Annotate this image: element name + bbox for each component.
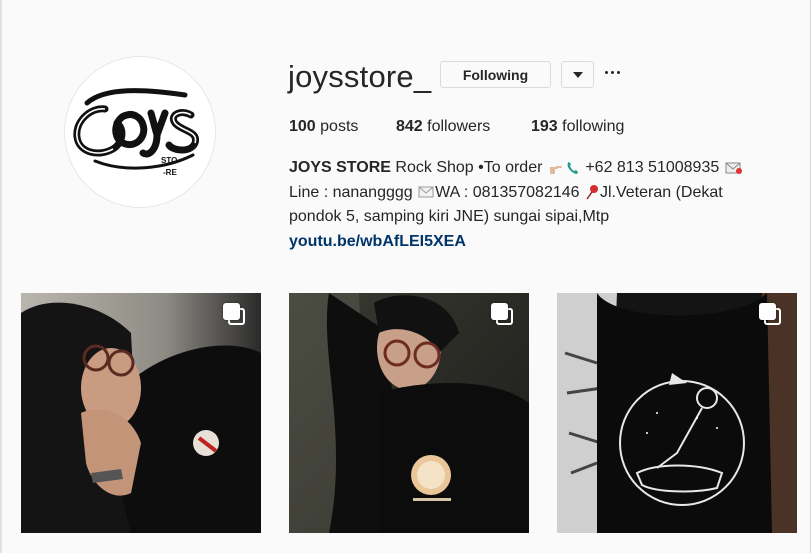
round-pushpin-emoji xyxy=(586,185,598,200)
posts-label: posts xyxy=(315,118,359,135)
envelope-emoji xyxy=(418,186,434,198)
profile-username: joysstore_ xyxy=(288,59,432,94)
multiple-posts-icon xyxy=(491,303,515,327)
more-options-icon[interactable] xyxy=(604,66,622,80)
post-photo-astronaut-shirt xyxy=(557,293,797,533)
pointing-hand-emoji xyxy=(549,165,562,174)
bio-text: Rock Shop •To order xyxy=(390,159,547,176)
window-border-left xyxy=(0,0,2,553)
following-button[interactable]: Following xyxy=(440,61,551,88)
joys-store-logo: STO -RE xyxy=(65,57,215,207)
post-photo-girl-shirt xyxy=(289,293,529,533)
suggestions-dropdown-button[interactable] xyxy=(561,61,594,88)
bio-name: JOYS STORE xyxy=(289,159,391,176)
post-thumbnail[interactable] xyxy=(557,293,797,533)
bio-whatsapp: WA : 081357082146 xyxy=(435,183,584,201)
profile-bio: JOYS STORE Rock Shop •To order +62 813 5… xyxy=(289,156,769,254)
bio-line: Line : nanangggg xyxy=(289,183,418,201)
dot xyxy=(617,71,620,74)
chevron-down-icon xyxy=(573,72,583,78)
bio-website-link[interactable]: youtu.be/wbAfLEI5XEA xyxy=(289,230,769,255)
post-photo-girl-glasses xyxy=(21,293,261,533)
svg-text:STO: STO xyxy=(161,156,177,165)
followers-number: 842 xyxy=(396,118,423,135)
following-label: following xyxy=(557,118,625,135)
multiple-posts-icon xyxy=(759,303,783,327)
following-link[interactable]: 193 following xyxy=(531,117,624,137)
posts-number: 100 xyxy=(289,118,316,135)
profile-avatar[interactable]: STO -RE xyxy=(64,56,216,208)
multiple-posts-icon xyxy=(223,303,247,327)
phone-emoji xyxy=(567,161,578,174)
envelope-with-heart-emoji xyxy=(725,162,742,174)
posts-count: 100 posts xyxy=(289,117,358,137)
following-number: 193 xyxy=(531,118,558,135)
followers-label: followers xyxy=(422,118,491,135)
dot xyxy=(605,71,608,74)
followers-link[interactable]: 842 followers xyxy=(396,117,490,137)
dot xyxy=(611,71,614,74)
post-thumbnail[interactable] xyxy=(289,293,529,533)
svg-text:-RE: -RE xyxy=(163,168,177,177)
post-thumbnail[interactable] xyxy=(21,293,261,533)
bio-phone: +62 813 51008935 xyxy=(580,159,724,176)
